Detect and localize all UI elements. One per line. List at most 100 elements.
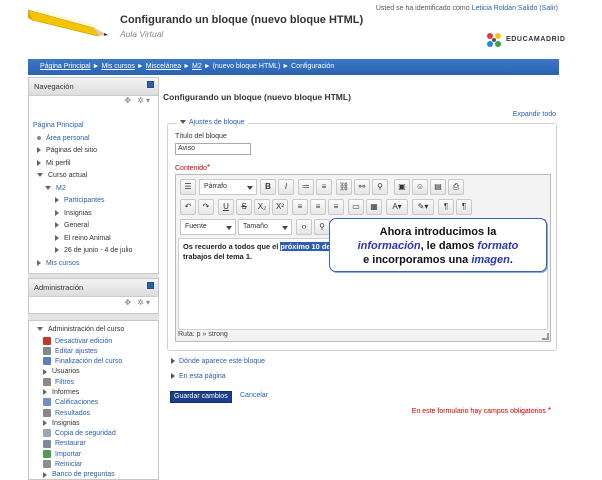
block-settings-legend[interactable]: Ajustes de bloque	[177, 119, 248, 126]
admin-item-question-bank[interactable]: Banco de preguntas	[33, 470, 154, 480]
section-on-this-page[interactable]: En esta página	[171, 373, 226, 380]
breadcrumb-item-category[interactable]: Miscelánea	[146, 63, 181, 70]
nav-item-current-course[interactable]: Curso actual	[33, 170, 154, 183]
nav-item-topic-1[interactable]: El reino Animal	[33, 233, 154, 246]
expand-icon	[43, 368, 47, 375]
toolbar-toggle-icon[interactable]: ☰	[180, 179, 196, 195]
moodle-link-icon[interactable]: ⚲	[372, 179, 388, 195]
insert-emoticon-icon[interactable]: ☺	[412, 179, 428, 195]
backup-icon	[43, 429, 51, 438]
align-right-icon[interactable]: ≡	[328, 199, 344, 215]
search-icon[interactable]: ⚲	[314, 219, 330, 235]
admin-item-grades[interactable]: Calificaciones	[33, 398, 154, 408]
callout-line-1: Ahora introducimos la	[379, 226, 497, 238]
admin-item-badges[interactable]: Insignias	[33, 419, 154, 429]
highlight-color-icon[interactable]: ✎▾	[412, 199, 434, 215]
admin-item-label: Informes	[52, 388, 80, 396]
admin-item-restore[interactable]: Restaurar	[33, 439, 154, 449]
superscript-button[interactable]: X²	[272, 199, 288, 215]
grades-icon	[43, 398, 51, 407]
admin-item-outcomes[interactable]: Resultados	[33, 408, 154, 419]
admin-item-users[interactable]: Usuarios	[33, 367, 154, 377]
cancel-link[interactable]: Cancelar	[240, 392, 268, 399]
nav-item-badges[interactable]: Insignias	[33, 208, 154, 221]
collapse-icon	[45, 185, 51, 190]
required-mark: *	[206, 163, 211, 172]
user-name-link[interactable]: Leticia Roldán Salido	[472, 5, 538, 12]
section-label: En esta página	[179, 373, 226, 380]
subscript-button[interactable]: X₂	[254, 199, 270, 215]
nav-item-general[interactable]: General	[33, 220, 154, 233]
import-icon	[43, 449, 51, 458]
admin-item-reports[interactable]: Informes	[33, 388, 154, 398]
resize-handle-icon[interactable]	[542, 333, 549, 340]
course-admin-title[interactable]: Administración del curso	[33, 324, 154, 337]
expand-icon	[37, 147, 41, 154]
align-center-icon[interactable]: ≡	[310, 199, 326, 215]
font-family-select[interactable]: Fuente	[180, 219, 236, 235]
breadcrumb-separator: ►	[203, 63, 211, 70]
paragraph-format-select[interactable]: Párrafo	[199, 179, 257, 195]
underline-button[interactable]: U	[218, 199, 234, 215]
paste-text-icon[interactable]: ▦	[366, 199, 382, 215]
dock-block-icon[interactable]	[147, 282, 154, 289]
course-admin-block: Administración del curso Desactivar edic…	[28, 320, 159, 480]
logout-link[interactable]: (Salir)	[539, 5, 558, 12]
clear-formatting-icon[interactable]: ▭	[348, 199, 364, 215]
insert-image-icon[interactable]: ▣	[394, 179, 410, 195]
breadcrumb-item-home[interactable]: Página Principal	[40, 63, 91, 70]
font-size-select[interactable]: Tamaño	[238, 219, 292, 235]
bold-button[interactable]: B	[260, 179, 276, 195]
link-icon[interactable]: ⛓	[336, 179, 352, 195]
nav-item-week[interactable]: 26 de junio - 4 de julio	[33, 245, 154, 258]
breadcrumb-separator: ►	[282, 63, 290, 70]
settings-icon	[43, 346, 51, 355]
admin-item-label: Finalización del curso	[55, 358, 123, 366]
dock-block-icon[interactable]	[147, 81, 154, 88]
section-where-block-appears[interactable]: Dónde aparece este bloque	[171, 358, 265, 365]
admin-item-edit-settings[interactable]: Editar ajustes	[33, 346, 154, 357]
redo-icon[interactable]: ↷	[198, 199, 214, 215]
nav-item-site-pages[interactable]: Páginas del sitio	[33, 145, 154, 158]
block-move-icon[interactable]: ✥ ✲▾	[124, 96, 152, 105]
admin-item-reset[interactable]: Reiniciar	[33, 460, 154, 470]
breadcrumb-item-my-courses[interactable]: Mis cursos	[101, 63, 134, 70]
numbered-list-icon[interactable]: ≡	[316, 179, 332, 195]
expand-all-link[interactable]: Expandir todo	[513, 111, 556, 118]
nav-item-course-m2[interactable]: M2	[33, 183, 154, 196]
rtl-direction-icon[interactable]: ¶	[456, 199, 472, 215]
admin-item-edit-off[interactable]: Desactivar edición	[33, 336, 154, 347]
nav-item-dashboard[interactable]: Área personal	[33, 133, 154, 146]
callout-line-2: información, le damos formato	[330, 239, 546, 253]
breadcrumb-separator: ►	[136, 63, 144, 70]
font-family-value: Fuente	[185, 223, 207, 230]
admin-item-backup[interactable]: Copia de seguridad	[33, 429, 154, 439]
save-changes-button[interactable]: Guardar cambios	[170, 391, 232, 403]
nav-item-participants[interactable]: Participantes	[33, 195, 154, 208]
block-move-icon[interactable]: ✥ ✲▾	[124, 298, 152, 307]
html-source-icon[interactable]: ‹›	[296, 219, 312, 235]
breadcrumb-item-course[interactable]: M2	[192, 63, 202, 70]
nav-item-home[interactable]: Página Principal	[33, 120, 154, 133]
main-content: Configurando un bloque (nuevo bloque HTM…	[163, 80, 559, 480]
nav-item-my-courses[interactable]: Mis cursos	[33, 258, 154, 271]
undo-icon[interactable]: ↶	[180, 199, 196, 215]
manage-files-icon[interactable]: ⎙	[448, 179, 464, 195]
text-color-icon[interactable]: A▾	[386, 199, 408, 215]
admin-item-filters[interactable]: Filtros	[33, 377, 154, 388]
align-left-icon[interactable]: ≡	[292, 199, 308, 215]
nav-item-profile[interactable]: Mi perfil	[33, 158, 154, 171]
unlink-icon[interactable]: ⚯	[354, 179, 370, 195]
block-title-input[interactable]: Aviso	[175, 143, 251, 155]
ltr-direction-icon[interactable]: ¶	[438, 199, 454, 215]
bullet-list-icon[interactable]: ≔	[298, 179, 314, 195]
nav-item-label: Curso actual	[48, 172, 88, 179]
callout-emphasis-1: información	[357, 240, 421, 252]
admin-item-label: Resultados	[55, 409, 91, 417]
italic-button[interactable]: I	[278, 179, 294, 195]
admin-item-import[interactable]: Importar	[33, 449, 154, 460]
admin-item-completion[interactable]: Finalización del curso	[33, 357, 154, 367]
required-mark: *	[547, 406, 551, 415]
insert-media-icon[interactable]: ▤	[430, 179, 446, 195]
strikethrough-button[interactable]: S	[236, 199, 252, 215]
